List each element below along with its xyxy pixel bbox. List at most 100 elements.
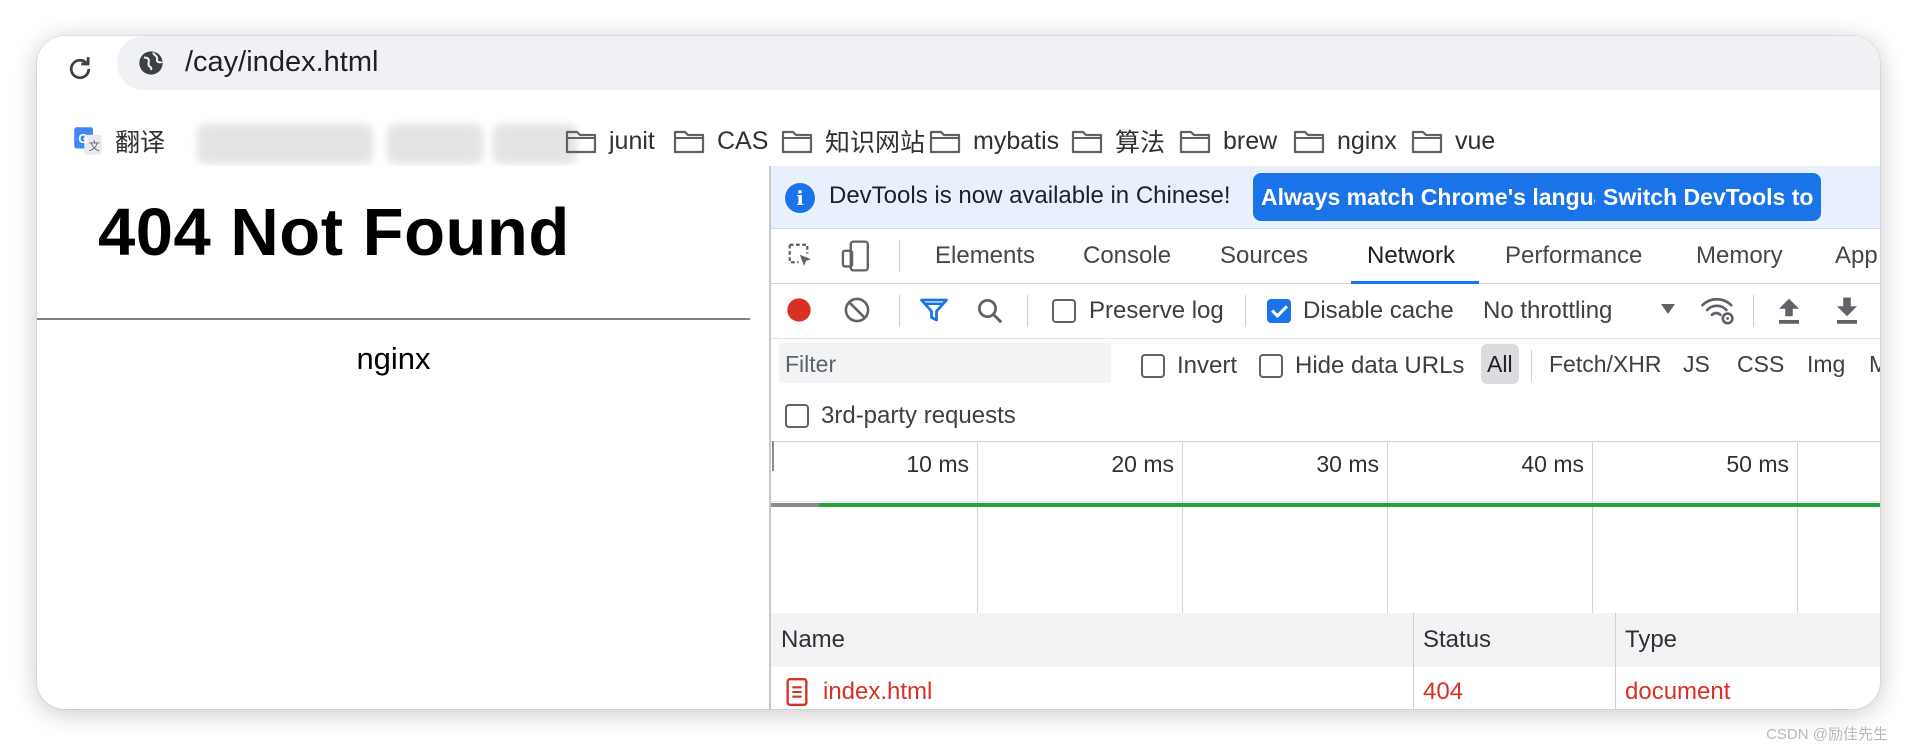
inspect-element-icon[interactable]: [785, 240, 817, 272]
tab-network[interactable]: Network: [1350, 228, 1480, 284]
page-divider: [37, 318, 750, 320]
tab-memory[interactable]: Memory: [1696, 228, 1783, 283]
switch-devtools-language-button[interactable]: Switch DevTools to: [1595, 173, 1822, 221]
import-har-icon[interactable]: [1775, 295, 1803, 325]
timeline-tick-label: 50 ms: [1726, 451, 1789, 477]
page-title: 404 Not Found: [98, 195, 570, 270]
folder-icon: [781, 130, 813, 154]
timeline-overview: 10 ms 20 ms 30 ms 40 ms 50 ms: [771, 441, 1880, 614]
column-header-type[interactable]: Type: [1625, 613, 1677, 667]
disable-cache-label: Disable cache: [1303, 297, 1454, 324]
bookmark-label: 知识网站: [825, 129, 926, 157]
bookmark-label: brew: [1223, 126, 1278, 155]
network-conditions-icon[interactable]: [1699, 293, 1737, 327]
svg-text:G: G: [78, 132, 88, 146]
separator: [1753, 295, 1754, 327]
invert-checkbox[interactable]: [1141, 354, 1165, 378]
search-icon[interactable]: [975, 296, 1005, 326]
timeline-gridline: [977, 441, 978, 613]
clear-icon[interactable]: [843, 296, 871, 324]
bookmark-algorithm[interactable]: 算法: [1071, 124, 1165, 158]
preserve-log-label: Preserve log: [1089, 297, 1224, 324]
separator: [1531, 350, 1532, 382]
server-signature: nginx: [356, 341, 431, 376]
folder-icon: [1071, 130, 1103, 154]
waterfall-bar-download: [771, 503, 1880, 507]
page-content: 404 Not Found nginx: [37, 166, 769, 709]
tab-application[interactable]: App: [1835, 228, 1878, 283]
type-filter-js[interactable]: JS: [1677, 344, 1716, 384]
watermark: CSDN @励佳先生: [1766, 726, 1888, 743]
type-filter-img[interactable]: Img: [1801, 344, 1851, 384]
timeline-gridline: [1797, 441, 1798, 613]
separator: [899, 240, 900, 272]
bookmark-vue[interactable]: vue: [1411, 124, 1495, 158]
third-party-row: 3rd-party requests: [771, 393, 1880, 442]
address-bar[interactable]: /cay/index.html: [117, 36, 1880, 90]
export-har-icon[interactable]: [1833, 295, 1861, 325]
folder-icon: [565, 130, 597, 154]
invert-label: Invert: [1177, 352, 1238, 379]
bookmark-nginx[interactable]: nginx: [1293, 124, 1397, 158]
bookmark-mybatis[interactable]: mybatis: [929, 124, 1059, 158]
timeline-tick-label: 20 ms: [1111, 451, 1174, 477]
request-name[interactable]: index.html: [823, 667, 932, 709]
blurred-bookmark: [197, 124, 373, 164]
table-row[interactable]: index.html 404 document: [771, 667, 1880, 709]
column-separator: [1413, 667, 1414, 709]
bookmark-label: nginx: [1337, 126, 1397, 155]
timeline-gridline: [1387, 441, 1388, 613]
tab-elements[interactable]: Elements: [935, 228, 1035, 283]
type-filter-media[interactable]: M: [1863, 344, 1880, 384]
column-separator: [1615, 667, 1616, 709]
bookmark-brew[interactable]: brew: [1179, 124, 1277, 158]
tab-console[interactable]: Console: [1083, 228, 1171, 283]
third-party-label: 3rd-party requests: [821, 402, 1016, 429]
filter-icon[interactable]: [919, 296, 949, 324]
bookmarks-bar: G文 翻译 junit CAS 知识网站 mybatis 算法 brew ngi…: [37, 112, 1880, 169]
tab-sources[interactable]: Sources: [1220, 228, 1308, 283]
url-text: /cay/index.html: [185, 46, 379, 78]
column-header-name[interactable]: Name: [781, 613, 845, 667]
record-icon[interactable]: [785, 296, 813, 324]
request-status: 404: [1423, 678, 1464, 705]
hide-data-urls-checkbox[interactable]: [1259, 354, 1283, 378]
separator: [899, 295, 900, 327]
request-type: document: [1625, 678, 1731, 705]
timeline-divider: [771, 501, 1880, 502]
filter-field[interactable]: [779, 343, 1111, 385]
bookmark-label: junit: [609, 126, 655, 155]
bookmark-translate[interactable]: G文 翻译: [73, 124, 165, 158]
preserve-log-checkbox[interactable]: [1052, 299, 1076, 323]
folder-icon: [1411, 130, 1443, 154]
column-header-status[interactable]: Status: [1423, 613, 1491, 667]
tab-performance[interactable]: Performance: [1505, 228, 1642, 283]
device-toolbar-icon[interactable]: [839, 238, 873, 274]
separator: [1027, 295, 1028, 327]
bookmark-label: 翻译: [115, 129, 166, 157]
requests-table-header: Name Status Type: [771, 613, 1880, 668]
filter-input[interactable]: [779, 343, 1107, 385]
disable-cache-checkbox[interactable]: [1267, 299, 1291, 323]
third-party-checkbox[interactable]: [785, 404, 809, 428]
waterfall-bar-waiting: [771, 503, 819, 507]
type-filter-css[interactable]: CSS: [1731, 344, 1790, 384]
bookmark-label: vue: [1455, 126, 1496, 155]
bookmark-knowledge[interactable]: 知识网站: [781, 124, 925, 158]
timeline-tick-label: 10 ms: [906, 451, 969, 477]
svg-text:文: 文: [89, 139, 100, 153]
column-separator: [1413, 613, 1414, 667]
type-filter-fetch-xhr[interactable]: Fetch/XHR: [1543, 344, 1667, 384]
bookmark-cas[interactable]: CAS: [673, 124, 768, 158]
always-match-language-button[interactable]: Always match Chrome's language: [1253, 173, 1642, 221]
bookmark-junit[interactable]: junit: [565, 124, 655, 158]
reload-icon[interactable]: [55, 44, 105, 94]
blurred-bookmark: [387, 124, 483, 164]
document-icon: [785, 667, 809, 709]
type-filter-all[interactable]: All: [1481, 344, 1519, 384]
bookmark-label: 算法: [1115, 129, 1166, 157]
infobar-message: DevTools is now available in Chinese!: [829, 182, 1231, 209]
throttling-select[interactable]: No throttling: [1483, 297, 1612, 325]
globe-icon: [139, 51, 163, 75]
chevron-down-icon[interactable]: [1659, 299, 1677, 319]
